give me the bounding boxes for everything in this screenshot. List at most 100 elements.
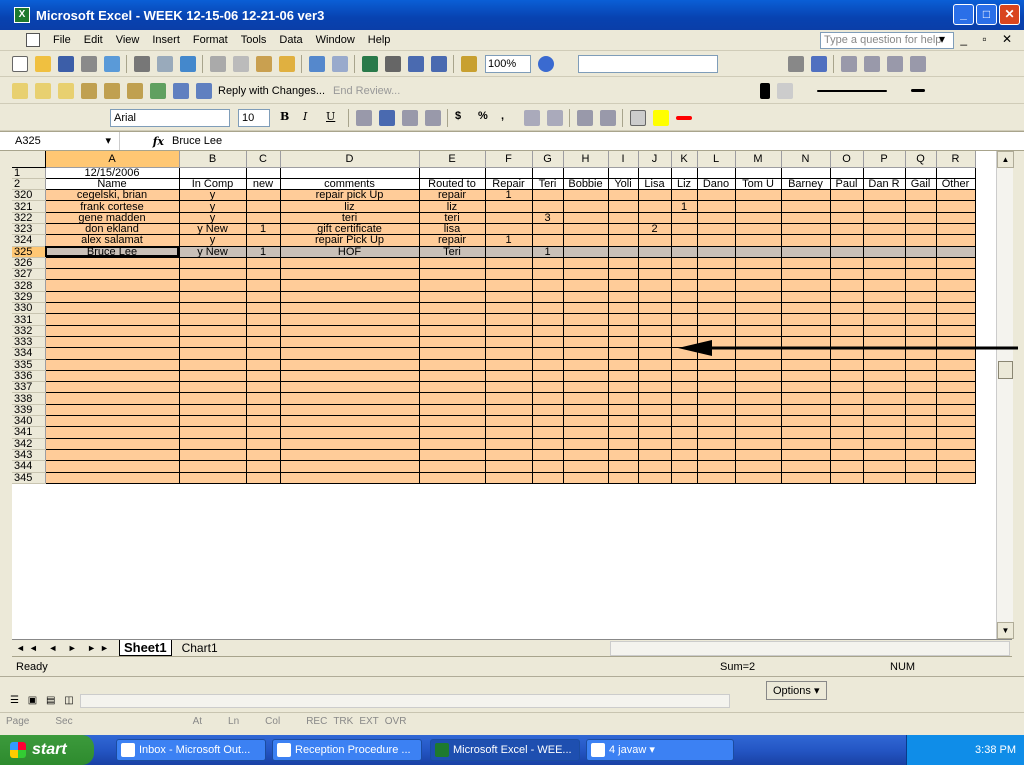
cell-b330[interactable] bbox=[178, 302, 247, 315]
cell-a1[interactable]: 12/15/2006 bbox=[45, 167, 180, 179]
cell-n326[interactable] bbox=[781, 257, 831, 270]
cell-l338[interactable] bbox=[697, 392, 736, 405]
grid-icon[interactable] bbox=[841, 55, 857, 72]
cell-e334[interactable] bbox=[419, 347, 486, 360]
cell-o327[interactable] bbox=[830, 268, 864, 281]
chart-type-icon[interactable] bbox=[811, 55, 827, 72]
cell-g335[interactable] bbox=[532, 359, 564, 371]
cell-j345[interactable] bbox=[638, 472, 672, 484]
close-button[interactable]: ✕ bbox=[999, 4, 1020, 25]
cell-d323[interactable]: gift certificate bbox=[280, 223, 420, 236]
cell-g344[interactable] bbox=[532, 460, 564, 473]
row-header[interactable]: 324 bbox=[12, 234, 46, 247]
cell-g336[interactable] bbox=[532, 370, 564, 383]
cell-i326[interactable] bbox=[608, 257, 639, 270]
cell-r328[interactable] bbox=[936, 279, 976, 292]
cell-a322[interactable]: gene madden bbox=[45, 212, 180, 224]
cell-g325[interactable]: 1 bbox=[532, 246, 564, 258]
cell-p343[interactable] bbox=[863, 449, 906, 462]
horizontal-scrollbar[interactable] bbox=[610, 641, 1010, 656]
cell-b324[interactable]: y bbox=[178, 234, 247, 247]
open-icon[interactable] bbox=[35, 55, 51, 72]
cell-k341[interactable] bbox=[671, 426, 698, 439]
cell-f329[interactable] bbox=[485, 291, 533, 304]
row-header[interactable]: 323 bbox=[12, 223, 46, 236]
cell-a335[interactable] bbox=[45, 359, 180, 371]
menu-insert[interactable]: Insert bbox=[152, 34, 180, 46]
cell-l341[interactable] bbox=[697, 426, 736, 439]
row-header[interactable]: 321 bbox=[12, 200, 46, 213]
cell-l321[interactable] bbox=[697, 200, 736, 213]
cell-q323[interactable] bbox=[905, 223, 937, 236]
cell-j327[interactable] bbox=[638, 268, 672, 281]
cell-d337[interactable] bbox=[280, 381, 420, 394]
cell-j329[interactable] bbox=[638, 291, 672, 304]
cell-l326[interactable] bbox=[697, 257, 736, 270]
cell-m324[interactable] bbox=[735, 234, 782, 247]
cell-e320[interactable]: repair bbox=[419, 189, 486, 202]
print-icon[interactable] bbox=[134, 55, 150, 72]
cell-h326[interactable] bbox=[563, 257, 609, 270]
cell-n323[interactable] bbox=[781, 223, 831, 236]
cell-m339[interactable] bbox=[735, 404, 782, 417]
cell-o329[interactable] bbox=[830, 291, 864, 304]
help-icon[interactable] bbox=[538, 55, 554, 72]
cell-b1[interactable] bbox=[179, 167, 247, 179]
cell-h323[interactable] bbox=[563, 223, 609, 236]
cell-g333[interactable] bbox=[532, 336, 564, 349]
percent-icon[interactable]: % bbox=[478, 110, 494, 126]
cell-r331[interactable] bbox=[936, 313, 976, 326]
cell-j331[interactable] bbox=[638, 313, 672, 326]
cell-h345[interactable] bbox=[563, 472, 609, 484]
cell-h328[interactable] bbox=[563, 279, 609, 292]
row-header[interactable]: 337 bbox=[12, 381, 46, 394]
cell-i339[interactable] bbox=[608, 404, 639, 417]
comment-icon[interactable] bbox=[12, 82, 28, 99]
cell-n325[interactable] bbox=[781, 246, 831, 258]
cell-p340[interactable] bbox=[863, 415, 906, 428]
update-file-icon[interactable] bbox=[173, 82, 189, 99]
cell-a340[interactable] bbox=[45, 415, 180, 428]
cell-p344[interactable] bbox=[863, 460, 906, 473]
cell-k342[interactable] bbox=[671, 438, 698, 450]
cell-p328[interactable] bbox=[863, 279, 906, 292]
row-header[interactable]: 331 bbox=[12, 313, 46, 326]
cell-k324[interactable] bbox=[671, 234, 698, 247]
borders-icon[interactable] bbox=[630, 109, 646, 126]
menu-format[interactable]: Format bbox=[193, 34, 228, 46]
name-box[interactable]: A325 ▾ bbox=[0, 132, 120, 150]
cell-c2[interactable]: new bbox=[246, 178, 281, 191]
maximize-button[interactable]: □ bbox=[976, 4, 997, 25]
cell-j336[interactable] bbox=[638, 370, 672, 383]
cell-i322[interactable] bbox=[608, 212, 639, 224]
cell-i327[interactable] bbox=[608, 268, 639, 281]
cell-l336[interactable] bbox=[697, 370, 736, 383]
cell-r321[interactable] bbox=[936, 200, 976, 213]
cell-a330[interactable] bbox=[45, 302, 180, 315]
cell-e338[interactable] bbox=[419, 392, 486, 405]
cell-q329[interactable] bbox=[905, 291, 937, 304]
cell-q338[interactable] bbox=[905, 392, 937, 405]
cell-c1[interactable] bbox=[246, 167, 281, 179]
cell-j1[interactable] bbox=[638, 167, 672, 179]
column-header-a[interactable]: A bbox=[45, 151, 180, 168]
next-comment-icon[interactable] bbox=[58, 82, 74, 99]
cell-k328[interactable] bbox=[671, 279, 698, 292]
cell-n343[interactable] bbox=[781, 449, 831, 462]
cell-a345[interactable] bbox=[45, 472, 180, 484]
cell-i330[interactable] bbox=[608, 302, 639, 315]
column-header-c[interactable]: C bbox=[246, 151, 281, 168]
mdi-controls[interactable]: ▾ _ ▫ ✕ bbox=[939, 32, 1018, 46]
cell-g345[interactable] bbox=[532, 472, 564, 484]
delete-comment-icon[interactable] bbox=[127, 82, 143, 99]
cell-b339[interactable] bbox=[178, 404, 247, 417]
cell-h321[interactable] bbox=[563, 200, 609, 213]
cell-i344[interactable] bbox=[608, 460, 639, 473]
cell-a2[interactable]: Name bbox=[45, 178, 180, 191]
cell-a338[interactable] bbox=[45, 392, 180, 405]
cell-h324[interactable] bbox=[563, 234, 609, 247]
cell-q339[interactable] bbox=[905, 404, 937, 417]
tab-scroll-buttons[interactable]: ◄◄ ◄ ► ►► bbox=[16, 643, 113, 653]
cell-c339[interactable] bbox=[246, 404, 281, 417]
cell-g321[interactable] bbox=[532, 200, 564, 213]
